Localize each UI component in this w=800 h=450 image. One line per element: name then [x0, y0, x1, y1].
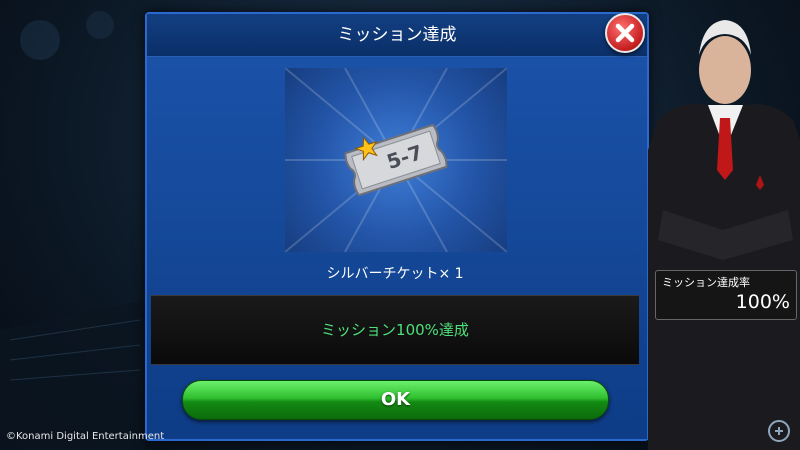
reward-image-panel: 5-7 [284, 67, 508, 253]
ok-button[interactable]: OK [182, 380, 609, 420]
gamer-logo-icon [768, 420, 790, 442]
manager-portrait [648, 20, 800, 450]
reward-label: シルバーチケット× 1 [326, 266, 464, 282]
status-strip: ミッション100%達成 [151, 295, 639, 365]
mission-rate-value: 100% [735, 291, 790, 313]
dialog-header: ミッション達成 [147, 14, 647, 57]
mission-rate-label: ミッション達成率 [662, 276, 750, 289]
copyright-text: ©Konami Digital Entertainment [6, 431, 165, 442]
ok-button-label: OK [380, 389, 411, 410]
status-message: ミッション100%達成 [321, 321, 469, 339]
close-button[interactable] [605, 13, 645, 53]
reward-image: 5-7 [284, 67, 508, 253]
close-icon [615, 23, 635, 43]
mission-rate-box: ミッション達成率 100% [655, 270, 797, 320]
dialog-title: ミッション達成 [337, 25, 457, 45]
